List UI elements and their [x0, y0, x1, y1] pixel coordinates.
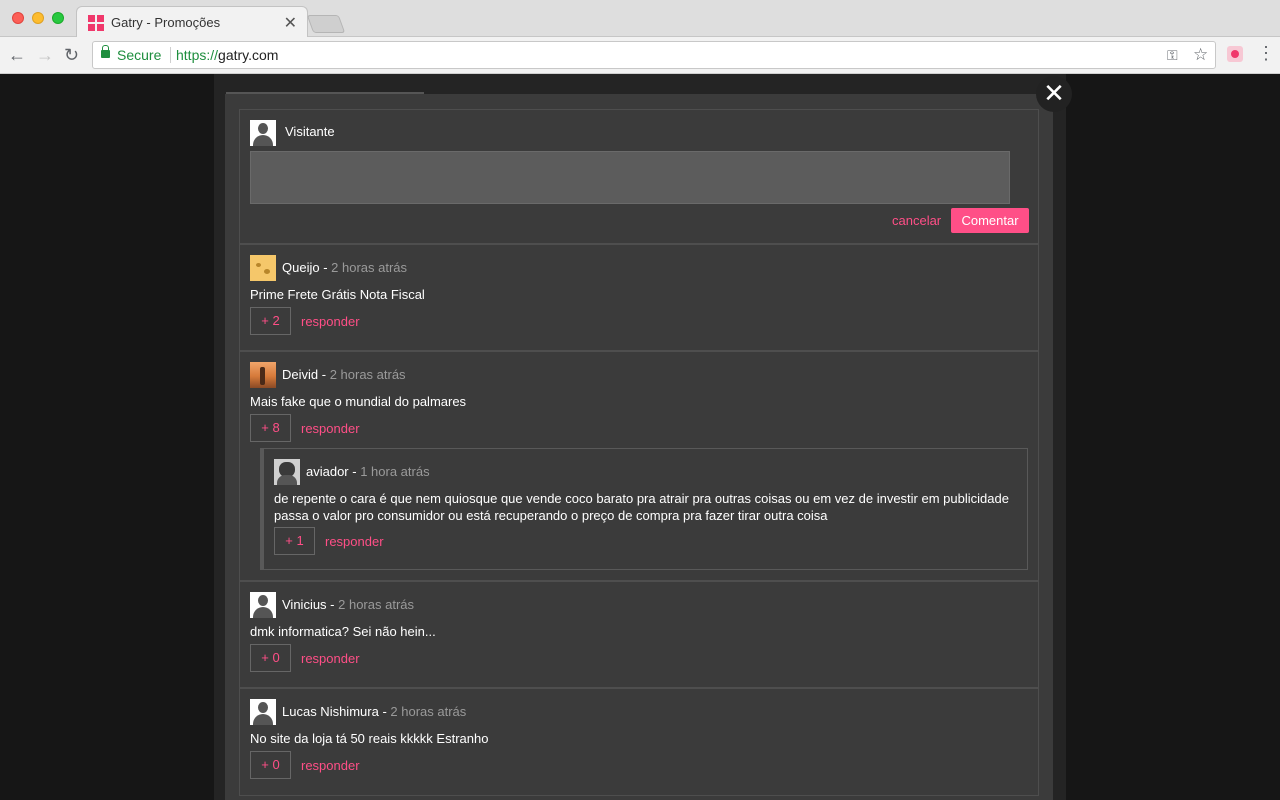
reply-link[interactable]: responder	[301, 421, 360, 436]
browser-tab[interactable]: Gatry - Promoções ✕	[76, 6, 308, 38]
lock-icon	[101, 45, 110, 58]
comment-text: No site da loja tá 50 reais kkkkk Estran…	[250, 731, 489, 746]
comment-time: 1 hora atrás	[360, 464, 430, 479]
nested-reply: aviador - 1 hora atrás de repente o cara…	[260, 448, 1028, 570]
window-close-button[interactable]	[12, 12, 24, 24]
address-separator	[170, 47, 171, 63]
vote-button[interactable]: + 1	[274, 527, 315, 555]
comment-textarea[interactable]	[250, 151, 1010, 204]
reload-icon[interactable]: ↻	[64, 45, 79, 66]
comment-time: 2 horas atrás	[338, 597, 414, 612]
avatar	[250, 255, 276, 281]
reply-link[interactable]: responder	[301, 651, 360, 666]
comment-author: Deivid - 2 horas atrás	[282, 367, 406, 382]
composer-username: Visitante	[285, 124, 335, 139]
reply-link[interactable]: responder	[325, 534, 384, 549]
modal-close-button[interactable]: ✕	[1036, 76, 1072, 112]
reply-link[interactable]: responder	[301, 758, 360, 773]
comment-text: Mais fake que o mundial do palmares	[250, 394, 467, 409]
avatar	[250, 362, 276, 388]
vote-button[interactable]: + 8	[250, 414, 291, 442]
comment-time: 2 horas atrás	[331, 260, 408, 275]
comment-author: Queijo - 2 horas atrás	[282, 260, 408, 275]
comment-item: Vinicius - 2 horas atrás dmk informatica…	[239, 581, 1039, 688]
avatar	[274, 459, 300, 485]
key-icon[interactable]: ⚿	[1167, 47, 1178, 64]
new-tab-button[interactable]	[306, 15, 346, 33]
browser-menu-icon[interactable]: ⋮	[1257, 44, 1275, 62]
browser-titlebar: Gatry - Promoções ✕	[0, 0, 1280, 38]
comment-text: de repente o cara é que nem quiosque que…	[274, 491, 1009, 523]
url-scheme: https://	[176, 47, 219, 63]
address-bar[interactable]: Secure https://gatry.com ⚿ ☆	[92, 41, 1216, 69]
gatry-favicon-icon	[88, 15, 104, 31]
back-icon[interactable]: ←	[8, 45, 26, 66]
avatar	[250, 699, 276, 725]
url-text[interactable]: https://gatry.com	[176, 47, 278, 63]
comment-text: Prime Frete Grátis Nota Fiscal	[250, 287, 425, 302]
forward-icon[interactable]: →	[36, 45, 54, 66]
comment-submit-button[interactable]: Comentar	[951, 208, 1029, 233]
comment-author: Vinicius - 2 horas atrás	[282, 597, 414, 612]
comment-author: Lucas Nishimura - 2 horas atrás	[282, 704, 467, 719]
vote-button[interactable]: + 0	[250, 644, 291, 672]
visitor-avatar	[250, 120, 276, 146]
comment-item: Deivid - 2 horas atrás Mais fake que o m…	[239, 351, 1039, 581]
comment-time: 2 horas atrás	[329, 367, 406, 382]
comment-text: dmk informatica? Sei não hein...	[250, 624, 436, 639]
cancel-button[interactable]: cancelar	[892, 213, 941, 228]
comment-author: aviador - 1 hora atrás	[306, 464, 430, 479]
tab-close-icon[interactable]: ✕	[284, 13, 297, 33]
window-zoom-button[interactable]	[52, 12, 64, 24]
comment-time: 2 horas atrás	[390, 704, 467, 719]
secure-label: Secure	[117, 47, 162, 63]
comment-item: Lucas Nishimura - 2 horas atrás No site …	[239, 688, 1039, 796]
tab-title: Gatry - Promoções	[111, 15, 221, 30]
comment-composer: Visitante cancelar Comentar	[239, 109, 1039, 244]
comment-item: Queijo - 2 horas atrás Prime Frete Gráti…	[239, 244, 1039, 351]
avatar	[250, 592, 276, 618]
extension-icon[interactable]	[1227, 46, 1243, 62]
bookmark-star-icon[interactable]: ☆	[1193, 45, 1208, 65]
browser-toolbar: ← → ↻ Secure https://gatry.com ⚿ ☆ ⋮	[0, 37, 1280, 74]
window-minimize-button[interactable]	[32, 12, 44, 24]
reply-link[interactable]: responder	[301, 314, 360, 329]
vote-button[interactable]: + 0	[250, 751, 291, 779]
url-host: gatry.com	[218, 47, 279, 63]
vote-button[interactable]: + 2	[250, 307, 291, 335]
